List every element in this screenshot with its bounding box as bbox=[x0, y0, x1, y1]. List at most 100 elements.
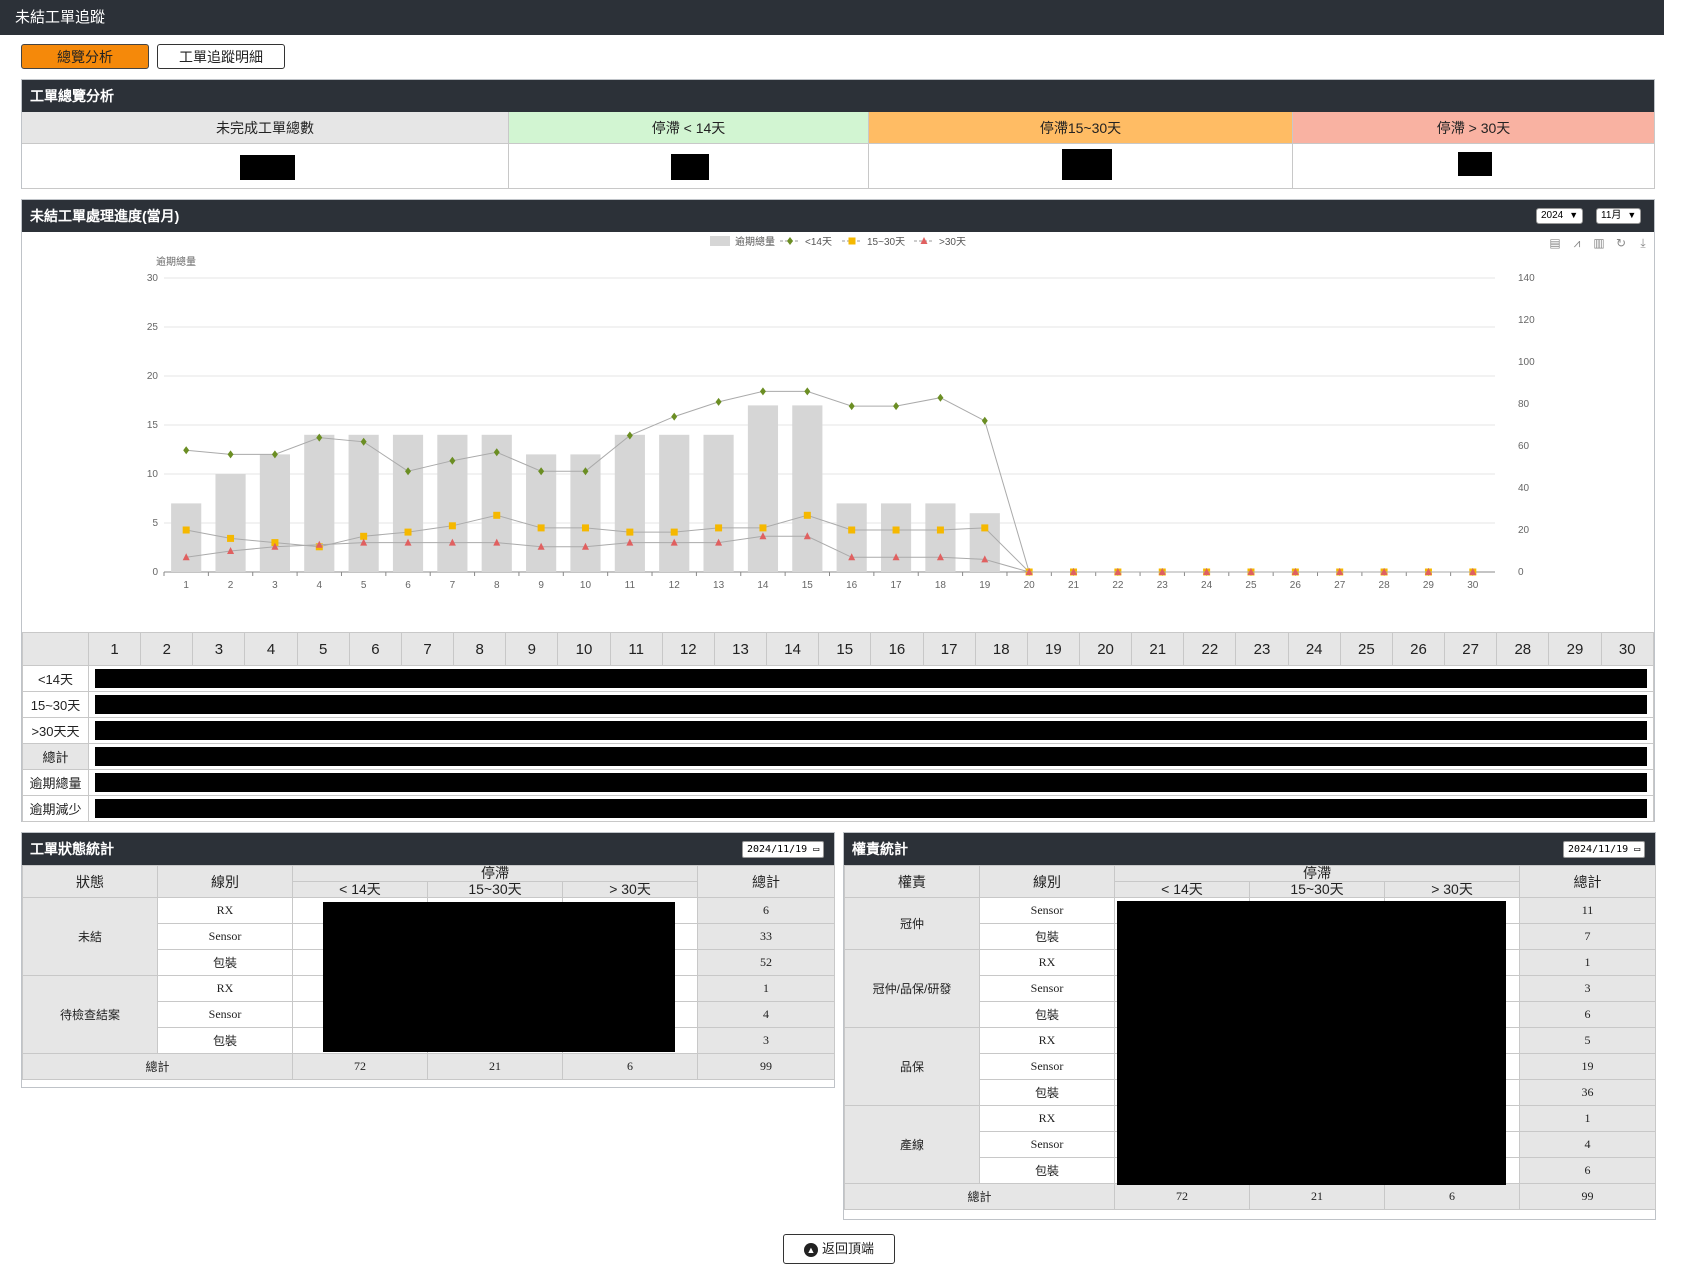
x-tick-label: 16 bbox=[846, 580, 858, 591]
line-cell: 包裝 bbox=[979, 1001, 1115, 1028]
total-cell: 36 bbox=[1519, 1079, 1657, 1106]
x-tick-label: 6 bbox=[405, 580, 411, 591]
overview-header-total: 未完成工單總數 bbox=[22, 112, 509, 144]
y2-tick-label: 100 bbox=[1518, 357, 1535, 368]
day-header-24: 24 bbox=[1287, 632, 1341, 666]
series-line bbox=[186, 390, 1473, 573]
x-tick-label: 14 bbox=[757, 580, 769, 591]
overview-header-gt30: 停滯 > 30天 bbox=[1293, 112, 1655, 144]
line-cell: 包裝 bbox=[157, 1027, 293, 1054]
total-cell: 52 bbox=[697, 949, 836, 976]
bar bbox=[659, 434, 690, 572]
day-header-30: 30 bbox=[1600, 632, 1655, 666]
y-axis-title: 逾期總量 bbox=[156, 255, 196, 268]
back-to-top-button[interactable]: ▲ 返回頂端 bbox=[783, 1234, 895, 1264]
footer-d15_30: 21 bbox=[1249, 1183, 1385, 1210]
total-cell: 19 bbox=[1519, 1053, 1657, 1080]
point-15-30 bbox=[581, 524, 589, 532]
chevron-down-icon: ▼ bbox=[1569, 210, 1579, 220]
bar bbox=[925, 503, 956, 572]
year-select[interactable]: 2024 ▼ bbox=[1536, 208, 1584, 224]
bar bbox=[969, 513, 1000, 572]
total-cell: 4 bbox=[697, 1001, 836, 1028]
point-15-30 bbox=[892, 526, 900, 534]
point-lt14 bbox=[183, 446, 190, 455]
x-tick-label: 1 bbox=[183, 580, 189, 591]
point-lt14 bbox=[848, 402, 855, 411]
x-tick-label: 17 bbox=[890, 580, 902, 591]
footer-d15_30: 21 bbox=[427, 1053, 563, 1080]
footer-label: 總計 bbox=[844, 1183, 1115, 1210]
chevron-down-icon: ▼ bbox=[1627, 210, 1637, 220]
point-15-30 bbox=[537, 524, 545, 532]
progress-chart: 051015202530020406080100120140逾期總量1 2 3 4 5 6… bbox=[147, 235, 1535, 591]
point-15-30 bbox=[981, 524, 989, 532]
x-tick-label: 18 bbox=[935, 580, 947, 591]
bar bbox=[836, 503, 867, 572]
overview-grid: 未完成工單總數 停滯 < 14天 停滯15~30天 停滯 > 30天 bbox=[22, 112, 1655, 189]
total-cell: 3 bbox=[697, 1027, 836, 1054]
group-cell: 未結 bbox=[22, 897, 158, 976]
y-tick-label: 25 bbox=[147, 322, 159, 333]
owner-stats-title: 權責統計 bbox=[852, 841, 908, 857]
corner-cell bbox=[22, 632, 89, 666]
day-header-9: 9 bbox=[505, 632, 559, 666]
tab-overview[interactable]: 總覽分析 bbox=[21, 44, 149, 69]
status-date-input[interactable]: 2024/11/19 ▭ bbox=[742, 841, 825, 858]
header-line: 線別 bbox=[979, 865, 1115, 898]
footer-total: 99 bbox=[697, 1053, 836, 1080]
bar bbox=[304, 434, 335, 572]
point-lt14 bbox=[893, 402, 900, 411]
header-15-30: 15~30天 bbox=[1249, 881, 1385, 898]
row-label: 15~30天 bbox=[22, 691, 89, 718]
y-tick-label: 20 bbox=[147, 371, 159, 382]
day-header-28: 28 bbox=[1496, 632, 1550, 666]
point-15-30 bbox=[848, 526, 856, 534]
overview-value-gt30 bbox=[1293, 144, 1655, 189]
day-header-29: 29 bbox=[1548, 632, 1602, 666]
x-tick-label: 7 bbox=[450, 580, 456, 591]
bar bbox=[348, 434, 379, 572]
row-label: 總計 bbox=[22, 743, 89, 770]
day-header-2: 2 bbox=[140, 632, 194, 666]
day-header-16: 16 bbox=[870, 632, 924, 666]
point-15-30 bbox=[404, 528, 412, 536]
point-15-30 bbox=[715, 524, 723, 532]
redacted-block bbox=[1117, 901, 1506, 1185]
month-select[interactable]: 11月 ▼ bbox=[1596, 208, 1642, 224]
header-gt30: > 30天 bbox=[1383, 881, 1521, 898]
day-header-1: 1 bbox=[87, 632, 142, 666]
total-cell: 1 bbox=[1519, 1105, 1657, 1132]
tab-tracking-detail[interactable]: 工單追蹤明細 bbox=[157, 44, 285, 69]
total-cell: 1 bbox=[697, 975, 836, 1002]
legend-marker bbox=[848, 237, 856, 245]
header-status: 狀態 bbox=[22, 865, 158, 898]
point-lt14 bbox=[981, 416, 988, 425]
line-cell: RX bbox=[979, 949, 1115, 976]
line-cell: Sensor bbox=[157, 923, 293, 950]
footer-gt30: 6 bbox=[561, 1053, 699, 1080]
owner-date-input[interactable]: 2024/11/19 ▭ bbox=[1563, 841, 1646, 858]
line-cell: 包裝 bbox=[979, 1079, 1115, 1106]
line-cell: 包裝 bbox=[979, 1157, 1115, 1184]
redacted-row bbox=[88, 795, 1654, 822]
line-cell: Sensor bbox=[979, 897, 1115, 924]
day-header-19: 19 bbox=[1026, 632, 1080, 666]
day-header-26: 26 bbox=[1391, 632, 1446, 666]
day-header-18: 18 bbox=[974, 632, 1028, 666]
footer-lt14: 72 bbox=[1114, 1183, 1250, 1210]
progress-title: 未結工單處理進度(當月) bbox=[30, 208, 180, 224]
total-cell: 1 bbox=[1519, 949, 1657, 976]
bar bbox=[259, 454, 291, 572]
header-gt30: > 30天 bbox=[561, 881, 699, 898]
x-tick-label: 4 bbox=[317, 580, 323, 591]
header-owner: 權責 bbox=[844, 865, 980, 898]
header-lt14: < 14天 bbox=[292, 881, 428, 898]
bar bbox=[792, 405, 823, 572]
line-cell: RX bbox=[157, 897, 293, 924]
line-cell: RX bbox=[979, 1105, 1115, 1132]
legend-swatch bbox=[710, 236, 730, 246]
day-header-12: 12 bbox=[661, 632, 715, 666]
point-15-30 bbox=[626, 528, 634, 536]
x-tick-label: 12 bbox=[669, 580, 681, 591]
